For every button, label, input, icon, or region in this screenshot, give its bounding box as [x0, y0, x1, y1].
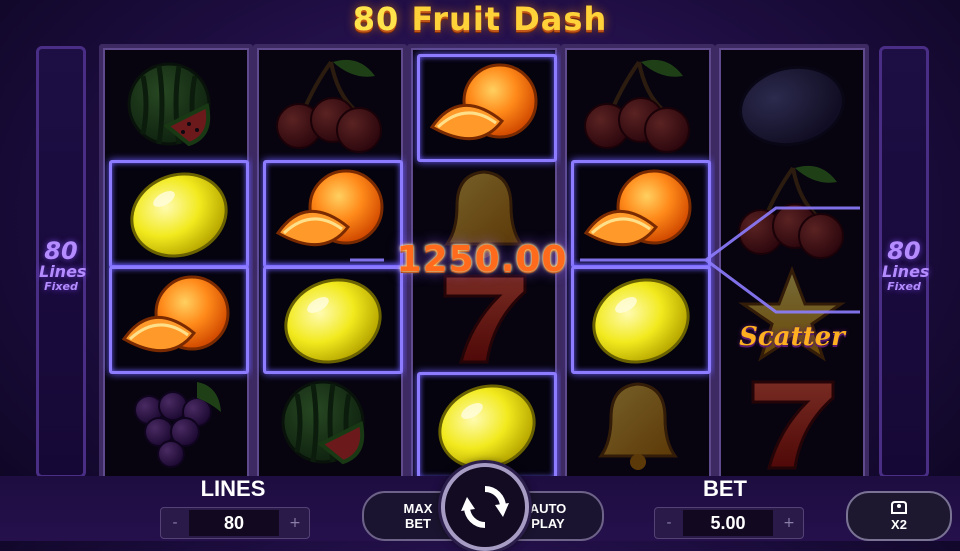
reel-4-symbol-lemon	[571, 266, 711, 374]
left-lines-count: 80	[44, 237, 78, 265]
cherries-icon	[584, 59, 690, 153]
orange-icon	[121, 275, 230, 353]
right-lines-label: 80 Lines Fixed	[882, 237, 930, 293]
reel-1	[99, 44, 253, 484]
lines-value: 80	[189, 510, 279, 536]
speed-label: X2	[891, 517, 907, 532]
lines-plus-button[interactable]: +	[281, 508, 309, 538]
bet-label: BET	[703, 476, 747, 501]
spin-button[interactable]	[441, 463, 529, 551]
orange-icon	[583, 169, 692, 247]
right-lines-fixed: Fixed	[887, 280, 921, 293]
lemon-icon	[438, 384, 536, 470]
lines-label: LINES	[200, 476, 266, 501]
grapes-icon	[134, 382, 221, 468]
right-lines-panel: 80 Lines Fixed	[879, 46, 929, 478]
win-amount: 1250.00	[396, 239, 568, 280]
bell-icon	[598, 382, 678, 470]
right-lines-count: 80	[887, 237, 921, 265]
star-icon	[738, 266, 846, 362]
reel-5-symbol-scatter: Scatter	[725, 266, 859, 368]
watermelon-icon	[127, 62, 211, 147]
reel-5-symbol-seven	[725, 372, 859, 474]
bet-plus-button[interactable]: +	[775, 508, 803, 538]
left-lines-label: 80 Lines Fixed	[39, 237, 87, 293]
reel-4-symbol-bell	[571, 372, 705, 474]
speed-button[interactable]: X2	[846, 491, 952, 541]
auto-play-label: AUTO PLAY	[529, 501, 567, 531]
bet-stepper: - 5.00 +	[654, 507, 804, 539]
reel-5-symbol-cherries	[725, 160, 859, 262]
reel-5-symbol-plum	[725, 54, 859, 156]
reel-2-symbol-orange	[263, 160, 403, 268]
left-lines-fixed: Fixed	[44, 280, 78, 293]
game-title-text: Fruit Dash	[411, 0, 608, 38]
lines-stepper: - 80 +	[160, 507, 310, 539]
cherries-icon	[738, 165, 844, 259]
reel-4-symbol-orange	[571, 160, 711, 268]
reel-5: Scatter	[715, 44, 869, 484]
lemon-icon	[592, 278, 690, 364]
reel-1-symbol-grapes	[109, 372, 243, 474]
left-lines-word: Lines	[39, 262, 87, 281]
hand-icon	[891, 501, 907, 514]
game-title-number: 80	[352, 0, 400, 38]
reel-1-symbol-lemon	[109, 160, 249, 268]
lemon-icon	[130, 172, 228, 258]
lemon-icon	[284, 278, 382, 364]
game-title: 80 Fruit Dash	[0, 0, 960, 40]
scatter-label: Scatter	[739, 322, 845, 352]
lines-minus-button[interactable]: -	[161, 508, 189, 538]
reel-1-symbol-watermelon	[109, 54, 243, 156]
reel-1-symbol-orange	[109, 266, 249, 374]
reel-4-symbol-cherries	[571, 54, 705, 156]
watermelon-icon	[281, 380, 365, 465]
reel-4	[561, 44, 715, 484]
bet-value: 5.00	[683, 510, 773, 536]
orange-icon	[275, 169, 384, 247]
seven-icon	[751, 380, 835, 470]
reel-2-symbol-cherries	[263, 54, 397, 156]
max-bet-label: MAX BET	[403, 501, 433, 531]
refresh-icon	[461, 486, 509, 528]
orange-icon	[429, 63, 538, 141]
reel-2-symbol-lemon	[263, 266, 403, 374]
cherries-icon	[276, 59, 382, 153]
plum-icon	[739, 65, 845, 147]
right-lines-word: Lines	[882, 262, 930, 281]
bet-minus-button[interactable]: -	[655, 508, 683, 538]
reel-3-symbol-orange	[417, 54, 557, 162]
left-lines-panel: 80 Lines Fixed	[36, 46, 86, 478]
reel-2-symbol-watermelon	[263, 372, 397, 474]
